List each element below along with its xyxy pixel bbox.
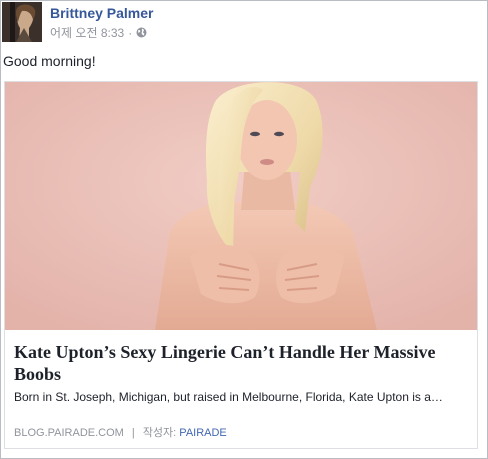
timestamp-link[interactable]: 어제 오전 8:33 xyxy=(50,24,124,41)
post-header: Brittney Palmer 어제 오전 8:33 · xyxy=(2,2,482,42)
link-footer: BLOG.PAIRADE.COM | 작성자: PAIRADE xyxy=(14,424,227,440)
link-preview-card[interactable]: Kate Upton’s Sexy Lingerie Can’t Handle … xyxy=(4,81,478,449)
link-preview-image[interactable] xyxy=(5,82,477,330)
link-description: Born in St. Joseph, Michigan, but raised… xyxy=(14,390,443,404)
feed-post: Brittney Palmer 어제 오전 8:33 · Good mornin… xyxy=(0,0,488,459)
link-domain: BLOG.PAIRADE.COM xyxy=(14,427,124,439)
meta-separator: · xyxy=(128,25,133,40)
link-title[interactable]: Kate Upton’s Sexy Lingerie Can’t Handle … xyxy=(14,341,454,385)
avatar[interactable] xyxy=(2,2,42,42)
avatar-photo-icon xyxy=(2,2,42,42)
author-name-link[interactable]: Brittney Palmer xyxy=(50,5,153,21)
post-body-text: Good morning! xyxy=(3,53,96,69)
post-meta: 어제 오전 8:33 · xyxy=(50,24,147,41)
author-prefix: 작성자: xyxy=(142,427,177,439)
globe-icon[interactable] xyxy=(136,27,147,38)
link-author[interactable]: PAIRADE xyxy=(179,427,226,439)
footer-divider: | xyxy=(131,427,135,439)
